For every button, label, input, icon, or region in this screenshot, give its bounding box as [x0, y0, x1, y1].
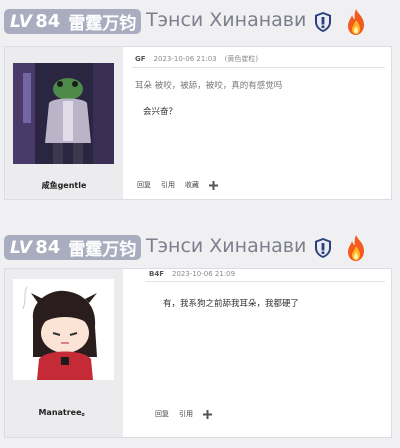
author-name[interactable]: 咸鱼gentle	[5, 180, 123, 191]
post-text: 有，我系狗之前舔我耳朵，我都硬了	[163, 299, 300, 309]
post-meta: GF 2023-10-06 21:03 (黄色崔粒)	[135, 54, 258, 64]
favorite-button[interactable]: 收藏	[185, 180, 199, 190]
flame-icon	[348, 235, 364, 261]
more-icon[interactable]	[203, 409, 212, 419]
author-name[interactable]: Manatree。	[5, 407, 123, 418]
reply-button[interactable]: 回复	[137, 180, 151, 190]
level-label: LV	[10, 237, 33, 258]
user-title[interactable]: Тэнси Хинанави	[146, 9, 306, 31]
post-actions: 回复 引用 收藏	[137, 180, 218, 190]
level-name: 雷霆万钧	[68, 240, 137, 260]
post-actions: 回复 引用	[155, 409, 212, 419]
post-text: 耳朵 被咬，被舔，被咬，真的有感觉吗	[135, 81, 283, 91]
level-badge: LV 84 雷霆万钧	[4, 235, 141, 260]
floor-number: B4F	[149, 270, 164, 278]
quote-button[interactable]: 引用	[161, 180, 175, 190]
avatar[interactable]	[13, 63, 114, 164]
reply-button[interactable]: 回复	[155, 409, 169, 419]
shield-icon	[315, 238, 331, 258]
post-card: Manatree。 B4F 2023-10-06 21:09 有，我系狗之前舔我耳…	[4, 268, 392, 438]
post-tag: (黄色崔粒)	[224, 55, 259, 63]
level-number: 84	[35, 237, 61, 258]
post-date: 2023-10-06 21:09	[172, 270, 236, 278]
author-column: Manatree。	[5, 269, 123, 437]
floor-number: GF	[135, 55, 146, 63]
flame-icon	[348, 9, 364, 35]
author-column: 咸鱼gentle	[5, 47, 123, 199]
user-header: LV 84 雷霆万钧 Тэнси Хинанави	[0, 0, 400, 40]
more-icon[interactable]	[209, 180, 218, 190]
quote-button[interactable]: 引用	[179, 409, 193, 419]
divider	[132, 67, 385, 68]
post-meta: B4F 2023-10-06 21:09	[149, 270, 235, 278]
post-date: 2023-10-06 21:03	[153, 55, 217, 63]
post-card: 咸鱼gentle GF 2023-10-06 21:03 (黄色崔粒) 耳朵 被咬，…	[4, 46, 392, 200]
level-number: 84	[35, 11, 61, 32]
level-label: LV	[10, 11, 33, 32]
avatar[interactable]	[13, 279, 114, 380]
user-title[interactable]: Тэнси Хинанави	[146, 235, 306, 257]
level-name: 雷霆万钧	[68, 14, 137, 34]
divider	[145, 281, 385, 282]
shield-icon	[315, 12, 331, 32]
user-header: LV 84 雷霆万钧 Тэнси Хинанави	[0, 226, 400, 266]
post-text: 会兴奋？	[143, 107, 178, 117]
level-badge: LV 84 雷霆万钧	[4, 9, 141, 34]
